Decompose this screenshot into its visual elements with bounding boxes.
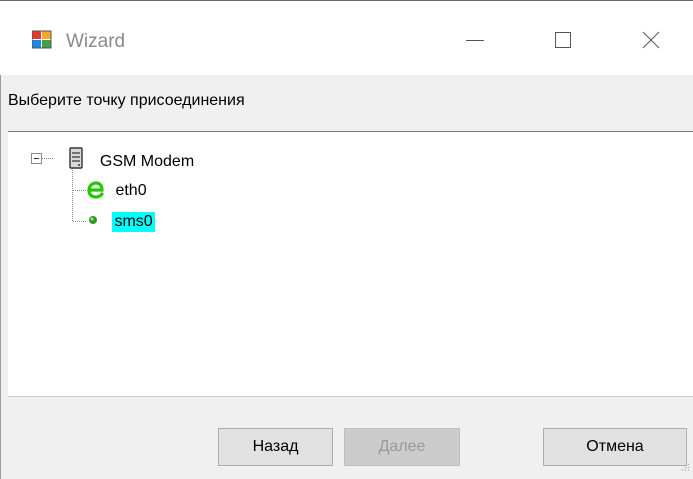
server-icon xyxy=(69,147,84,175)
tree-node-gsm-modem[interactable]: GSM Modem xyxy=(31,147,196,175)
window-left-border xyxy=(0,75,1,479)
tree-expander-icon[interactable] xyxy=(31,154,43,166)
tree-node-label: sms0 xyxy=(112,212,155,232)
ethernet-e-icon xyxy=(87,179,105,205)
tree-node-sms0[interactable]: sms0 xyxy=(88,211,155,232)
minimize-icon xyxy=(466,40,484,41)
close-button[interactable] xyxy=(634,23,668,57)
maximize-button[interactable] xyxy=(546,23,580,57)
next-button[interactable]: Далее xyxy=(344,428,460,466)
green-dot-icon xyxy=(88,211,98,231)
maximize-icon xyxy=(555,32,571,48)
close-icon xyxy=(642,31,660,49)
window-title: Wizard xyxy=(66,31,126,52)
connection-tree[interactable]: GSM Modem eth0 sms0 xyxy=(8,131,693,397)
wizard-window: Wizard Выберите точку присоединения GSM … xyxy=(0,0,693,479)
tree-node-eth0[interactable]: eth0 xyxy=(87,179,149,205)
resize-grip-icon[interactable] xyxy=(682,458,690,476)
tree-node-label: eth0 xyxy=(115,182,147,199)
prompt-label: Выберите точку присоединения xyxy=(8,92,245,109)
tree-node-label: GSM Modem xyxy=(99,153,195,170)
minimize-button[interactable] xyxy=(458,23,492,57)
title-bar[interactable]: Wizard xyxy=(0,1,693,75)
back-button[interactable]: Назад xyxy=(218,428,333,466)
wizard-app-icon xyxy=(31,30,52,50)
cancel-button[interactable]: Отмена xyxy=(543,428,687,466)
